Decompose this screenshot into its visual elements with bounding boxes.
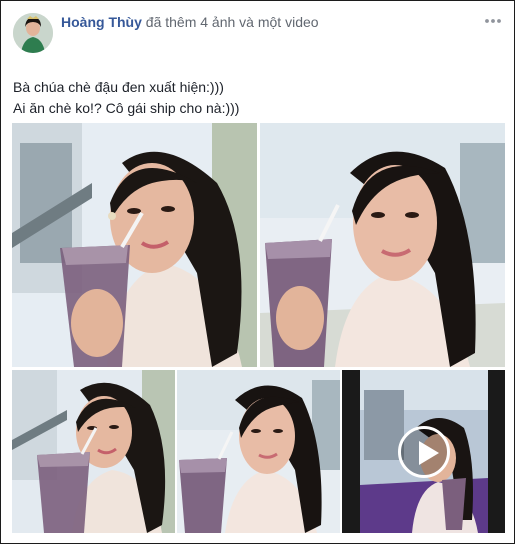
post-video[interactable] <box>342 370 505 533</box>
post-message: Bà chúa chè đậu đen xuất hiện:))) Ai ăn … <box>13 77 239 119</box>
photo-selfie-3 <box>12 370 175 533</box>
post-text-line: Ai ăn chè ko!? Cô gái ship cho nà:))) <box>13 100 240 116</box>
play-icon[interactable] <box>397 425 450 478</box>
author-name-link[interactable]: Hoàng Thùy <box>61 14 142 30</box>
post-photo-1[interactable] <box>12 123 257 367</box>
photo-selfie-1 <box>12 123 257 367</box>
photo-selfie-4 <box>177 370 340 533</box>
facebook-post-card: Hoàng Thùy đã thêm 4 ảnh và một video Bà… <box>0 0 515 544</box>
post-photo-2[interactable] <box>260 123 505 367</box>
post-author-line: Hoàng Thùy đã thêm 4 ảnh và một video <box>61 14 319 30</box>
more-options-icon[interactable] <box>483 13 503 29</box>
post-photo-4[interactable] <box>177 370 340 533</box>
post-action-text: đã thêm 4 ảnh và một video <box>145 14 319 30</box>
post-header: Hoàng Thùy đã thêm 4 ảnh và một video <box>13 11 503 53</box>
photo-selfie-2 <box>260 123 505 367</box>
post-text-line: Bà chúa chè đậu đen xuất hiện:))) <box>13 79 224 95</box>
avatar[interactable] <box>13 13 53 53</box>
post-photo-3[interactable] <box>12 370 175 533</box>
